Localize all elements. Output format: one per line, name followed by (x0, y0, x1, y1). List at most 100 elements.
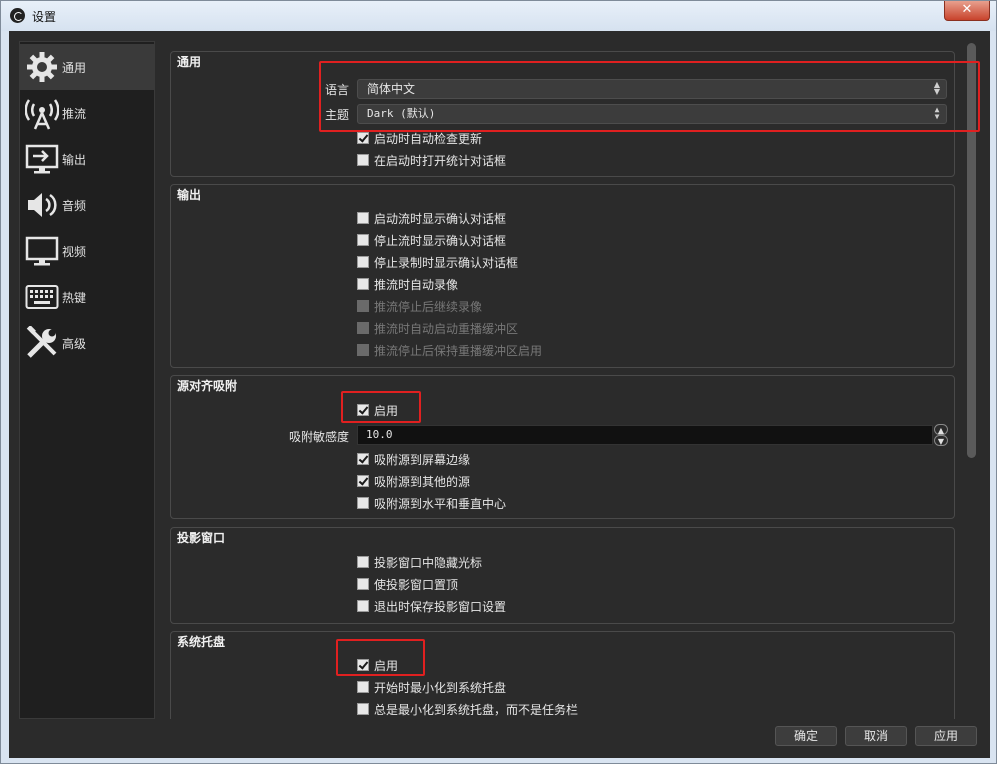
check-updates-label: 启动时自动检查更新 (374, 131, 483, 146)
output-option-row[interactable]: 推流时自动录像 (357, 275, 458, 293)
output-option-label: 推流时自动启动重播缓冲区 (374, 321, 519, 336)
output-option-row: 推流时自动启动重播缓冲区 (357, 319, 518, 337)
output-option-checkbox[interactable] (357, 278, 369, 290)
projector-option-checkbox[interactable] (357, 556, 369, 568)
sidebar-item-video[interactable]: 视频 (20, 228, 154, 274)
sidebar-item-general[interactable]: 通用 (20, 44, 154, 90)
output-option-row: 推流停止后保持重播缓冲区启用 (357, 341, 542, 359)
snapping-enable-checkbox[interactable] (357, 404, 369, 416)
language-label: 语言 (325, 83, 350, 97)
projector-option-row[interactable]: 使投影窗口置顶 (357, 575, 458, 593)
tray-option-row[interactable]: 总是最小化到系统托盘，而不是任务栏 (357, 700, 578, 718)
sidebar-item-advanced[interactable]: 高级 (20, 320, 154, 366)
settings-sidebar: 通用 推流 输出 音频 视频 热键 高级 (19, 41, 155, 719)
snapping-enable-row[interactable]: 启用 (357, 401, 398, 419)
general-group-title: 通用 (177, 55, 202, 69)
snapping-option-checkbox[interactable] (357, 453, 369, 465)
theme-value: Dark (默认) (367, 107, 436, 120)
projector-option-checkbox[interactable] (357, 600, 369, 612)
ok-button[interactable]: 确定 (775, 726, 837, 746)
chevron-updown-icon: ▲ ▼ (934, 105, 940, 121)
tray-enable-row[interactable]: 启用 (357, 656, 398, 674)
tray-option-row[interactable]: 开始时最小化到系统托盘 (357, 678, 506, 696)
output-option-checkbox (357, 300, 369, 312)
output-option-checkbox[interactable] (357, 256, 369, 268)
wrench-screwdriver-icon (24, 325, 60, 361)
broadcast-antenna-icon (24, 95, 60, 131)
sidebar-item-label: 通用 (62, 60, 87, 75)
snapping-option-checkbox[interactable] (357, 497, 369, 509)
tray-option-label: 开始时最小化到系统托盘 (374, 680, 507, 695)
snapping-option-checkbox[interactable] (357, 475, 369, 487)
vertical-scrollbar[interactable] (966, 41, 978, 719)
output-option-checkbox (357, 322, 369, 334)
snap-sensitivity-input[interactable]: 10.0 (357, 425, 933, 445)
output-option-checkbox[interactable] (357, 212, 369, 224)
title-bar[interactable]: 设置 ✕ (1, 1, 996, 31)
open-stats-checkbox[interactable] (357, 154, 369, 166)
output-option-label: 停止流时显示确认对话框 (374, 233, 507, 248)
snap-sensitivity-stepper[interactable]: ▲ ▼ (934, 424, 948, 446)
settings-content: 通用 语言 简体中文 ▲ ▼ 主题 Dark (默认) ▲ ▼ 启动时自动检查更新 (165, 41, 959, 719)
snapping-option-row[interactable]: 吸附源到水平和垂直中心 (357, 494, 506, 512)
monitor-icon (24, 233, 60, 269)
output-group-title: 输出 (177, 188, 202, 202)
check-updates-checkbox[interactable] (357, 132, 369, 144)
close-button[interactable]: ✕ (944, 1, 990, 21)
language-value: 简体中文 (367, 82, 416, 96)
output-option-label: 推流时自动录像 (374, 277, 459, 292)
cancel-button[interactable]: 取消 (845, 726, 907, 746)
gear-icon (24, 49, 60, 85)
sidebar-item-label: 输出 (62, 152, 87, 167)
tray-option-checkbox[interactable] (357, 703, 369, 715)
projectors-group: 投影窗口 投影窗口中隐藏光标 使投影窗口置顶 退出时保存投影窗口设置 (170, 527, 955, 624)
projector-option-row[interactable]: 投影窗口中隐藏光标 (357, 553, 482, 571)
sidebar-item-label: 热键 (62, 290, 87, 305)
projector-option-label: 使投影窗口置顶 (374, 577, 459, 592)
scrollbar-thumb[interactable] (967, 43, 976, 458)
theme-select[interactable]: Dark (默认) ▲ ▼ (357, 104, 947, 124)
output-option-row[interactable]: 停止录制时显示确认对话框 (357, 253, 518, 271)
snapping-option-label: 吸附源到其他的源 (374, 474, 471, 489)
projectors-group-title: 投影窗口 (177, 531, 226, 545)
output-option-row[interactable]: 停止流时显示确认对话框 (357, 231, 506, 249)
snapping-option-label: 吸附源到水平和垂直中心 (374, 496, 507, 511)
stepper-up-icon[interactable]: ▲ (934, 424, 948, 435)
output-group: 输出 启动流时显示确认对话框 停止流时显示确认对话框 停止录制时显示确认对话框 … (170, 184, 955, 368)
speaker-icon (24, 187, 60, 223)
snap-sensitivity-label: 吸附敏感度 (289, 430, 350, 444)
general-group: 通用 语言 简体中文 ▲ ▼ 主题 Dark (默认) ▲ ▼ 启动时自动检查更新 (170, 51, 955, 177)
open-stats-row[interactable]: 在启动时打开统计对话框 (357, 151, 506, 169)
sidebar-item-output[interactable]: 输出 (20, 136, 154, 182)
sidebar-item-stream[interactable]: 推流 (20, 90, 154, 136)
sidebar-item-hotkeys[interactable]: 热键 (20, 274, 154, 320)
tray-enable-checkbox[interactable] (357, 659, 369, 671)
settings-client-area: 通用 推流 输出 音频 视频 热键 高级 通用 语言 简体中文 ▲ ▼ 主题 D… (9, 31, 990, 758)
tray-option-checkbox[interactable] (357, 681, 369, 693)
output-option-label: 推流停止后保持重播缓冲区启用 (374, 343, 543, 358)
stepper-down-icon[interactable]: ▼ (934, 435, 948, 446)
keyboard-icon (24, 279, 60, 315)
snapping-option-row[interactable]: 吸附源到其他的源 (357, 472, 470, 490)
projector-option-checkbox[interactable] (357, 578, 369, 590)
output-option-checkbox[interactable] (357, 234, 369, 246)
output-monitor-icon (24, 141, 60, 177)
settings-window: 设置 ✕ 通用 推流 输出 音频 视频 热键 高级 通用 语言 简体中文 ▲ ▼… (0, 0, 997, 764)
apply-button[interactable]: 应用 (915, 726, 977, 746)
snapping-enable-label: 启用 (374, 403, 399, 418)
language-select[interactable]: 简体中文 ▲ ▼ (357, 79, 947, 99)
tray-option-label: 总是最小化到系统托盘，而不是任务栏 (374, 702, 579, 717)
tray-enable-label: 启用 (374, 658, 399, 673)
projector-option-row[interactable]: 退出时保存投影窗口设置 (357, 597, 506, 615)
projector-option-label: 投影窗口中隐藏光标 (374, 555, 483, 570)
obs-logo-icon (10, 8, 25, 23)
output-option-row: 推流停止后继续录像 (357, 297, 482, 315)
sidebar-item-audio[interactable]: 音频 (20, 182, 154, 228)
projector-option-label: 退出时保存投影窗口设置 (374, 599, 507, 614)
sidebar-item-label: 推流 (62, 106, 87, 121)
check-updates-row[interactable]: 启动时自动检查更新 (357, 129, 482, 147)
snapping-option-row[interactable]: 吸附源到屏幕边缘 (357, 450, 470, 468)
output-option-label: 停止录制时显示确认对话框 (374, 255, 519, 270)
output-option-label: 推流停止后继续录像 (374, 299, 483, 314)
output-option-row[interactable]: 启动流时显示确认对话框 (357, 209, 506, 227)
